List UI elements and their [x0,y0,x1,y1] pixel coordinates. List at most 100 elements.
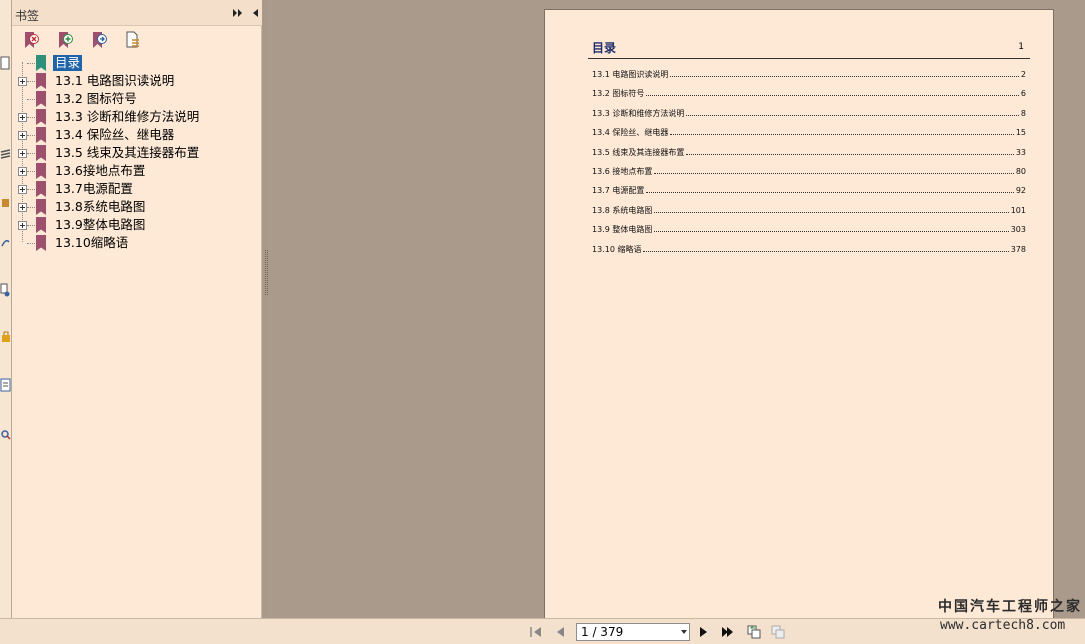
expand-toggle-icon[interactable] [18,167,27,176]
toc-entry-page: 303 [1010,225,1026,235]
panel-expand-icon[interactable] [233,8,243,18]
toc-entry-title: 13.1 电路图识读说明 [592,70,669,79]
first-page-icon[interactable] [529,625,543,639]
toc-leader-dots [670,127,1014,136]
previous-view-icon[interactable] [747,625,761,639]
toc-entry[interactable]: 13.4 保险丝、继电器 15 [592,127,1026,139]
tree-connector [27,189,35,190]
tree-connector [27,117,35,118]
bookmark-label[interactable]: 目录 [53,55,83,71]
bookmark-icon [36,217,46,233]
bookmark-item[interactable]: 13.6接地点布置 [12,162,262,180]
expand-toggle-icon[interactable] [18,185,27,194]
toc-entry-title: 13.2 图标符号 [592,89,645,99]
bookmark-properties-icon[interactable] [124,31,142,49]
tree-connector [27,153,35,154]
bookmark-label[interactable]: 13.3 诊断和维修方法说明 [53,109,201,125]
expand-toggle-icon[interactable] [18,203,27,212]
toc-heading-page: 1 [1018,42,1024,52]
attachment-icon[interactable] [0,236,11,250]
panel-collapse-icon[interactable] [250,8,260,18]
bookmark-icon [36,91,46,107]
toc-entry[interactable]: 13.6 接地点布置 80 [592,166,1026,178]
toc-entry-page: 33 [1015,147,1026,157]
expand-toggle-icon[interactable] [18,77,27,86]
toc-leader-dots [646,88,1019,97]
toc-entry[interactable]: 13.10 缩略语 378 [592,244,1026,256]
bookmark-item[interactable]: 13.1 电路图识读说明 [12,72,262,90]
watermark: 中国汽车工程师之家 www.cartech8.com [938,596,1085,640]
bookmark-item[interactable]: 13.7电源配置 [12,180,262,198]
find-bookmark-icon[interactable] [90,31,108,49]
toc-entry-page: 6 [1020,89,1026,99]
bookmark-icon [36,235,46,251]
toc-entry[interactable]: 13.3 诊断和维修方法说明 8 [592,108,1026,120]
bookmark-toolbar [12,26,262,54]
toc-entry[interactable]: 13.8 系统电路图 101 [592,205,1026,217]
bookmark-label[interactable]: 13.7电源配置 [53,181,135,197]
bookmark-icon [36,145,46,161]
bookmark-label[interactable]: 13.6接地点布置 [53,163,147,179]
toc-entry-page: 80 [1015,167,1026,176]
toc-entry-title: 13.5 线束及其连接器布置 [592,147,685,157]
panel-splitter[interactable] [263,0,266,618]
bookmark-item[interactable]: 13.3 诊断和维修方法说明 [12,108,262,126]
lock-icon[interactable] [0,329,11,343]
bookmark-item[interactable]: 13.5 线束及其连接器布置 [12,144,262,162]
splitter-grip[interactable] [265,250,268,295]
toc-entry-title: 13.3 诊断和维修方法说明 [592,108,685,118]
page-thumbnail-icon[interactable] [0,56,11,70]
bookmark-label[interactable]: 13.4 保险丝、继电器 [53,127,176,143]
expand-toggle-icon[interactable] [18,131,27,140]
bookmark-label[interactable]: 13.5 线束及其连接器布置 [53,145,201,161]
bookmark-item[interactable]: 13.10缩略语 [12,234,262,252]
toc-leader-dots [686,147,1014,155]
bookmark-icon [36,109,46,125]
bookmark-label[interactable]: 13.10缩略语 [53,235,130,251]
stamp-icon[interactable] [0,196,11,210]
bookmark-item[interactable]: 13.2 图标符号 [12,90,262,108]
bookmark-icon [36,199,46,215]
bookmark-icon [36,163,46,179]
toc-entry-title: 13.8 系统电路图 [592,205,653,215]
layers-icon[interactable] [0,148,11,162]
toc-entry-page: 15 [1015,128,1026,138]
tree-connector [27,243,35,244]
bookmark-label[interactable]: 13.9整体电路图 [53,217,147,233]
previous-page-icon[interactable] [553,625,567,639]
expand-toggle-icon[interactable] [18,221,27,230]
delete-bookmark-icon[interactable] [22,31,40,49]
toc-entry-page: 378 [1010,244,1026,254]
tree-connector [27,81,35,82]
bookmark-item[interactable]: 13.9整体电路图 [12,216,262,234]
add-bookmark-icon[interactable] [56,31,74,49]
bookmark-label[interactable]: 13.8系统电路图 [53,199,147,215]
toc-leader-dots [670,69,1019,77]
expand-toggle-icon[interactable] [18,113,27,122]
bookmark-icon [36,181,46,197]
next-view-icon[interactable] [771,625,785,639]
bookmark-label[interactable]: 13.2 图标符号 [53,91,139,107]
signature-icon[interactable] [0,283,11,297]
bookmark-item[interactable]: 目录 [12,54,262,72]
bookmark-item[interactable]: 13.8系统电路图 [12,198,262,216]
page-dropdown-arrow-icon[interactable] [681,630,687,634]
toc-leader-dots [654,224,1009,233]
search-tool-icon[interactable] [0,426,11,440]
next-page-icon[interactable] [697,625,711,639]
toc-heading: 目录 [592,41,617,55]
page-number-input[interactable]: 1 / 379 [576,623,690,641]
toc-entry[interactable]: 13.2 图标符号 6 [592,88,1026,100]
form-icon[interactable] [0,378,11,392]
toc-leader-dots [654,166,1014,174]
bookmark-item[interactable]: 13.4 保险丝、继电器 [12,126,262,144]
toc-entry[interactable]: 13.5 线束及其连接器布置 33 [592,147,1026,159]
bookmark-panel: 书签 目录 13.1 电路图识读说明 13.2 图标符号 13.3 诊断和维修方法说明… [12,0,262,618]
bookmark-label[interactable]: 13.1 电路图识读说明 [53,73,176,89]
last-page-icon[interactable] [721,625,735,639]
toc-entry[interactable]: 13.7 电源配置 92 [592,185,1026,197]
expand-toggle-icon[interactable] [18,149,27,158]
toc-entry[interactable]: 13.9 整体电路图 303 [592,224,1026,236]
toc-entry[interactable]: 13.1 电路图识读说明 2 [592,69,1026,81]
tree-connector [27,207,35,208]
